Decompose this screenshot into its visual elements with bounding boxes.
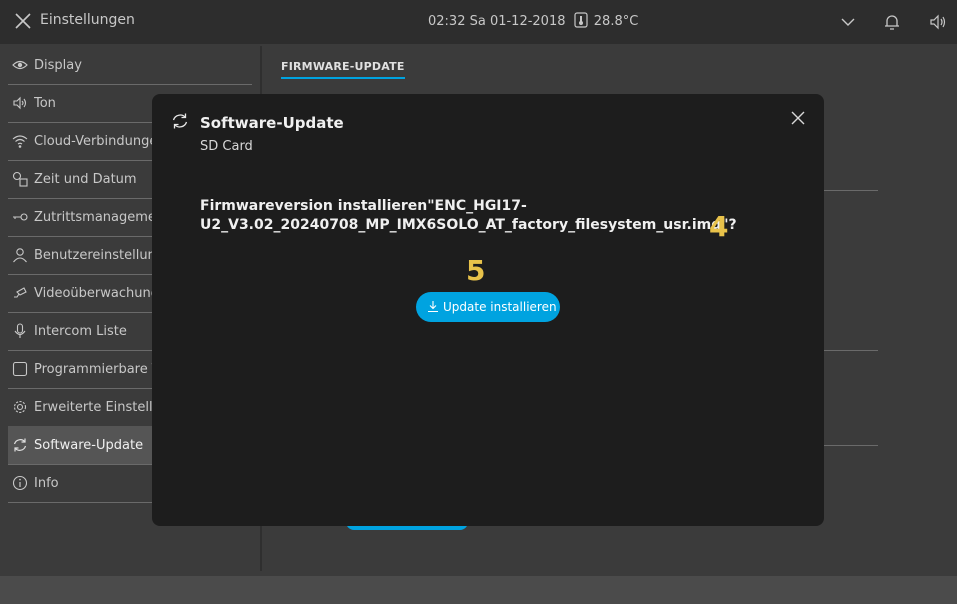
install-update-button[interactable]: Update installieren bbox=[416, 292, 560, 322]
thermometer-icon bbox=[574, 12, 588, 32]
square-icon bbox=[12, 361, 28, 377]
user-icon bbox=[12, 247, 28, 263]
clock-calendar-icon bbox=[12, 171, 28, 187]
install-button-label: Update installieren bbox=[443, 300, 557, 314]
gear-icon bbox=[12, 399, 28, 415]
temperature-text: 28.8°C bbox=[593, 14, 639, 29]
callout-number: 4 bbox=[709, 210, 729, 243]
bell-icon[interactable] bbox=[882, 12, 902, 32]
page-title: Einstellungen bbox=[40, 12, 135, 28]
info-icon bbox=[12, 475, 28, 491]
divider bbox=[824, 445, 878, 446]
tab-firmware-update[interactable]: FIRMWARE-UPDATE bbox=[281, 60, 405, 79]
refresh-icon bbox=[171, 112, 189, 130]
bottom-bar bbox=[0, 576, 957, 604]
wifi-icon bbox=[12, 133, 28, 149]
close-icon[interactable] bbox=[14, 12, 32, 30]
eye-icon bbox=[12, 57, 28, 73]
microphone-icon bbox=[12, 323, 28, 339]
speaker-icon[interactable] bbox=[928, 12, 948, 32]
speaker-icon bbox=[12, 95, 28, 111]
chevron-down-icon[interactable] bbox=[838, 12, 858, 32]
message-line: U2_V3.02_20240708_MP_IMX6SOLO_AT_factory… bbox=[200, 217, 737, 233]
sidebar-item-label: Display bbox=[34, 58, 82, 73]
camera-icon bbox=[12, 285, 28, 301]
software-update-dialog: Software-Update SD Card Firmwareversion … bbox=[152, 94, 824, 526]
app-window: Einstellungen 02:32 Sa 01-12-2018 28.8°C… bbox=[0, 0, 957, 604]
dialog-subtitle: SD Card bbox=[200, 139, 253, 154]
divider bbox=[824, 350, 878, 351]
key-icon bbox=[12, 209, 28, 225]
divider bbox=[824, 190, 878, 191]
refresh-icon bbox=[12, 437, 28, 453]
close-icon[interactable] bbox=[790, 110, 806, 126]
callout-number: 5 bbox=[466, 254, 486, 287]
datetime-text: 02:32 Sa 01-12-2018 bbox=[428, 14, 566, 29]
status-readout: 02:32 Sa 01-12-2018 28.8°C bbox=[428, 12, 638, 32]
message-line: Firmwareversion installieren"ENC_HGI17- bbox=[200, 198, 527, 214]
dialog-title: Software-Update bbox=[200, 114, 344, 132]
sidebar-item-display[interactable]: Display bbox=[8, 46, 252, 85]
top-bar: Einstellungen 02:32 Sa 01-12-2018 28.8°C bbox=[0, 0, 957, 44]
confirmation-message: Firmwareversion installieren"ENC_HGI17- … bbox=[200, 197, 737, 235]
download-icon bbox=[427, 300, 439, 313]
